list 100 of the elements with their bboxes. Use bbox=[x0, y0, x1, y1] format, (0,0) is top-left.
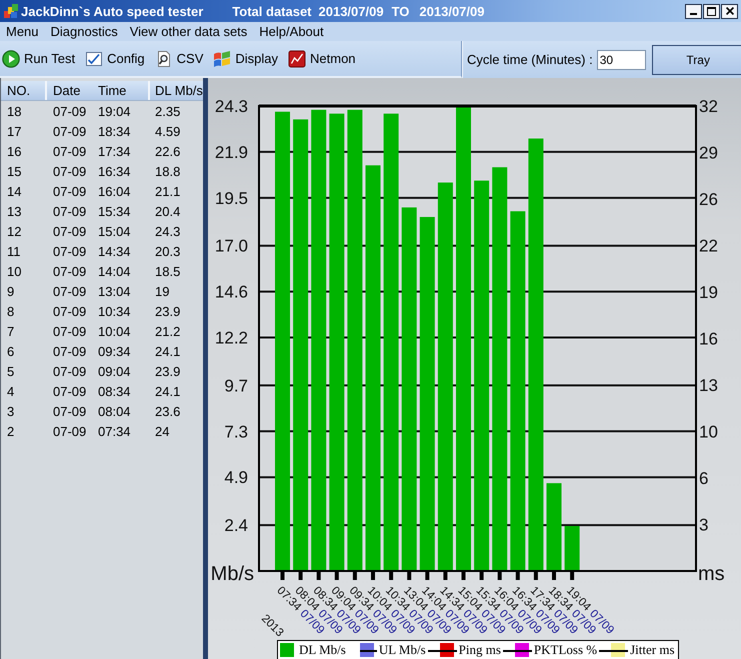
table-cell-text: 23.9 bbox=[154, 302, 182, 320]
table-cell-text: 17 bbox=[6, 122, 22, 140]
table-cell-text: 22.6 bbox=[154, 142, 182, 160]
table-cell-text: 20.3 bbox=[154, 242, 182, 260]
table-cell-text: 18.5 bbox=[154, 262, 182, 280]
table-cell-text: 10:34 bbox=[97, 302, 132, 320]
table-cell-text: 07-09 bbox=[52, 142, 88, 160]
table-cell-text: 08:34 bbox=[97, 382, 132, 400]
table-cell-text: 17:34 bbox=[97, 142, 132, 160]
table-cell-text: 07-09 bbox=[52, 222, 88, 240]
table-cell-text: 14:34 bbox=[97, 242, 132, 260]
table-cell-text: 09:34 bbox=[97, 342, 132, 360]
table-cell-text: 24.1 bbox=[154, 342, 182, 360]
tray-button[interactable]: Tray bbox=[652, 44, 741, 74]
table-cell-text: 07-09 bbox=[52, 102, 88, 120]
table-cell-text: 07-09 bbox=[52, 422, 88, 440]
column-header[interactable]: NO. bbox=[1, 81, 47, 100]
menu-item[interactable]: Diagnostics bbox=[44, 22, 124, 41]
maximize-icon bbox=[707, 6, 716, 16]
table-cell-text: 13 bbox=[6, 202, 22, 220]
table-cell-text: 07-09 bbox=[52, 402, 88, 420]
table-cell-text: 4 bbox=[6, 382, 16, 400]
minimize-button[interactable] bbox=[685, 4, 702, 18]
table-cell-text: 9 bbox=[6, 282, 16, 300]
toolbar-button[interactable]: Run Test bbox=[2, 50, 76, 68]
table-cell-text: 07-09 bbox=[52, 282, 88, 300]
date-to: 2013/07/09 bbox=[419, 4, 484, 18]
table-cell-text: 07-09 bbox=[52, 302, 88, 320]
date-from: 2013/07/09 bbox=[318, 4, 384, 18]
table-cell-text: 16:34 bbox=[97, 162, 132, 180]
toolbar-button[interactable]: CSV bbox=[154, 50, 204, 68]
y-axis-label: 19 bbox=[699, 283, 718, 302]
table-cell-text: 07-09 bbox=[52, 322, 88, 340]
y-axis-title: Mb/s bbox=[210, 563, 254, 585]
y-axis-label: 32 bbox=[699, 97, 718, 116]
blocks-icon bbox=[3, 3, 19, 19]
table-cell-text: 18.8 bbox=[154, 162, 182, 180]
table-cell-text: 20.4 bbox=[154, 202, 182, 220]
table-cell-text: 10:04 bbox=[97, 322, 132, 340]
y-axis-label: 10 bbox=[699, 422, 718, 442]
y-axis-label: 16 bbox=[699, 330, 718, 348]
table-cell-text: 11 bbox=[6, 242, 22, 260]
y-axis-label: 19.5 bbox=[214, 188, 248, 208]
table-cell-text: 24 bbox=[154, 422, 170, 440]
toolbar-button[interactable]: Netmon bbox=[288, 50, 356, 68]
table-cell-text: 23.6 bbox=[154, 402, 182, 420]
table-cell-text: 15 bbox=[6, 162, 22, 180]
range-separator: TO bbox=[392, 4, 410, 18]
minimize-icon bbox=[690, 12, 697, 14]
column-header[interactable]: DL Mb/s bbox=[150, 81, 203, 100]
tiles-icon bbox=[213, 50, 232, 68]
bar bbox=[564, 526, 580, 571]
table-cell-text: 19:04 bbox=[97, 102, 132, 120]
table-cell-text: 14 bbox=[6, 182, 22, 200]
table-cell-text: 07-09 bbox=[52, 242, 88, 260]
table-cell-text: 16:04 bbox=[97, 182, 132, 200]
y-axis-label: 3 bbox=[699, 516, 708, 534]
menu-item[interactable]: Help/About bbox=[253, 22, 330, 41]
table-cell-text: 08:04 bbox=[97, 402, 132, 420]
table-cell-text: 3 bbox=[6, 402, 16, 420]
y-axis-title: ms bbox=[698, 563, 725, 585]
cycle-time-label: Cycle time (Minutes) : bbox=[467, 52, 593, 67]
table-cell-text: 13:04 bbox=[97, 282, 132, 300]
table-cell-text: 2 bbox=[6, 422, 16, 440]
dataset-label: Total dataset bbox=[232, 4, 312, 18]
table-cell-text: 10 bbox=[6, 262, 22, 280]
y-axis-label: 22 bbox=[699, 236, 718, 256]
column-header[interactable]: Date bbox=[47, 81, 92, 100]
y-axis-label: 26 bbox=[699, 190, 718, 209]
table-cell-text: 6 bbox=[6, 342, 16, 360]
table-cell-text: 07:34 bbox=[97, 422, 132, 440]
table-cell-text: 7 bbox=[6, 322, 16, 340]
column-header[interactable]: Time bbox=[92, 81, 150, 100]
y-axis-label: 24.3 bbox=[214, 97, 248, 116]
y-axis-label: 7.3 bbox=[224, 422, 248, 442]
y-axis-label: 13 bbox=[699, 376, 718, 395]
toolbar-button[interactable]: Display bbox=[213, 50, 278, 68]
y-axis-label: 14.6 bbox=[214, 282, 248, 302]
play-icon bbox=[2, 50, 20, 68]
close-button[interactable] bbox=[721, 4, 738, 18]
maximize-button[interactable] bbox=[703, 4, 720, 18]
toolbar-button[interactable]: Config bbox=[85, 50, 145, 68]
menu-item[interactable]: Menu bbox=[0, 22, 45, 41]
graph-icon bbox=[288, 50, 306, 68]
close-icon bbox=[726, 7, 734, 15]
table-cell-text: 8 bbox=[6, 302, 16, 320]
table-cell-text: 15:04 bbox=[97, 222, 132, 240]
menu-item[interactable]: View other data sets bbox=[124, 22, 254, 41]
table-cell-text: 24.3 bbox=[154, 222, 182, 240]
y-axis-label: 6 bbox=[699, 469, 708, 488]
table-cell-text: 15:34 bbox=[97, 202, 132, 220]
table-cell-text: 2.35 bbox=[154, 102, 182, 120]
y-axis-label: 4.9 bbox=[224, 468, 248, 488]
table-cell-text: 23.9 bbox=[154, 362, 182, 380]
cycle-time-field[interactable]: 30 bbox=[596, 50, 646, 70]
table-cell-text: 07-09 bbox=[52, 382, 88, 400]
table-cell-text: 21.1 bbox=[154, 182, 182, 200]
y-axis-label: 29 bbox=[699, 144, 718, 162]
table-cell-text: 19 bbox=[154, 282, 170, 300]
table-cell-text: 07-09 bbox=[52, 342, 88, 360]
